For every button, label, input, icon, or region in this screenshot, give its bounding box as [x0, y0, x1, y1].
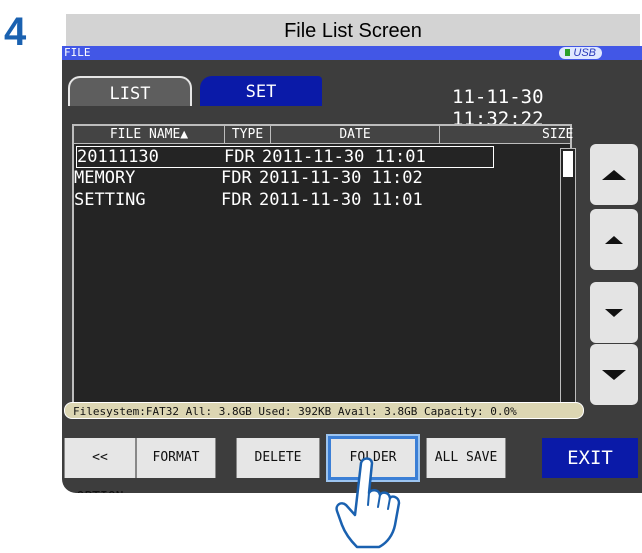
page-up-button[interactable] — [590, 144, 638, 205]
all-save-button[interactable]: ALL SAVE — [426, 438, 506, 478]
line-up-icon — [605, 235, 623, 244]
file-date: 2011-11-30 11:01 — [259, 190, 423, 210]
delete-button[interactable]: DELETE — [236, 438, 320, 478]
option-button[interactable]: << OPTION — [64, 438, 136, 493]
file-list-header: FILE NAME▲ TYPE DATE SIZE — [74, 126, 573, 144]
file-type: FDR — [221, 190, 252, 210]
filesystem-status: Filesystem:FAT32 All: 3.8GB Used: 392KB … — [64, 402, 584, 419]
column-header-date[interactable]: DATE — [271, 126, 440, 143]
title-bar: FILE USB — [62, 46, 642, 60]
device-screen: FILE USB LIST SET 11-11-30 11:32:22 FILE… — [62, 46, 642, 493]
file-type: FDR — [221, 168, 252, 188]
tab-set[interactable]: SET — [200, 76, 322, 106]
line-down-button[interactable] — [590, 282, 638, 343]
column-header-size-label: SIZE — [542, 127, 574, 142]
screen-label: FILE — [64, 46, 91, 59]
file-name: MEMORY — [74, 168, 136, 188]
column-header-file-name[interactable]: FILE NAME▲ — [74, 126, 225, 143]
scrollbar[interactable] — [560, 148, 576, 416]
screen-caption: File List Screen — [66, 14, 640, 46]
step-number: 4 — [4, 10, 27, 54]
line-up-button[interactable] — [590, 209, 638, 270]
list-item[interactable]: 20111130 FDR 2011-11-30 11:01 — [76, 146, 494, 168]
usb-label: USB — [573, 47, 596, 59]
page-down-button[interactable] — [590, 344, 638, 405]
list-item[interactable]: SETTING FDR 2011-11-30 11:01 — [74, 190, 494, 210]
list-item[interactable]: MEMORY FDR 2011-11-30 11:02 — [74, 168, 494, 188]
file-list: FILE NAME▲ TYPE DATE SIZE 20111130 FDR 2… — [72, 124, 573, 414]
format-button[interactable]: FORMAT — [136, 438, 216, 478]
pointing-hand-icon — [335, 457, 401, 549]
tab-list[interactable]: LIST — [68, 76, 192, 106]
file-type: FDR — [224, 147, 255, 167]
column-header-type[interactable]: TYPE — [225, 126, 271, 143]
file-name: SETTING — [74, 190, 146, 210]
file-name: 20111130 — [77, 147, 159, 167]
exit-button[interactable]: EXIT — [542, 438, 638, 478]
column-header-size[interactable]: SIZE — [440, 126, 573, 143]
scrollbar-thumb[interactable] — [563, 151, 573, 177]
file-date: 2011-11-30 11:01 — [262, 147, 426, 167]
usb-indicator: USB — [559, 47, 602, 59]
line-down-icon — [605, 308, 623, 317]
usb-led-icon — [565, 49, 571, 56]
page-down-icon — [602, 369, 626, 380]
file-date: 2011-11-30 11:02 — [259, 168, 423, 188]
page-up-icon — [602, 169, 626, 180]
